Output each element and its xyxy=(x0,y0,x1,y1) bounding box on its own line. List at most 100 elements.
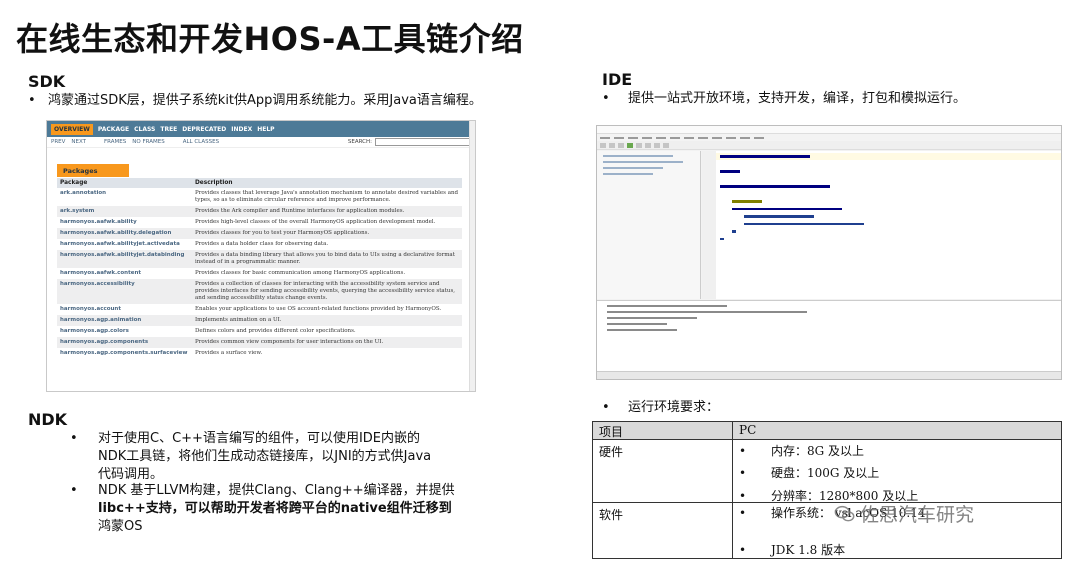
table-row: harmonyos.aafwk.abilityjet.activedata Pro… xyxy=(57,239,462,250)
ide-menubar xyxy=(597,134,1061,141)
ndk-bullet-1: • 对于使用C、C++语言编写的组件，可以使用IDE内嵌的 NDK工具链，将他们… xyxy=(70,430,490,484)
doc-next-link[interactable]: NEXT xyxy=(71,139,86,145)
ndk-bullet-2: • NDK 基于LLVM构建，提供Clang、Clang++编译器，并提供 li… xyxy=(70,482,490,536)
env-bullet-text: 运行环境要求： xyxy=(628,400,720,415)
ndk-heading: NDK xyxy=(28,410,68,429)
env-bullet: • 运行环境要求： xyxy=(602,399,719,417)
package-link[interactable]: harmonyos.aafwk.abilityjet.activedata xyxy=(57,239,192,250)
env-software-label: 软件 xyxy=(599,508,624,522)
doc-col-package: Package xyxy=(57,178,192,188)
ndk-bullet-2-text: NDK 基于LLVM构建，提供Clang、Clang++编译器，并提供 libc… xyxy=(98,482,455,536)
bullet-dot: • xyxy=(70,431,78,446)
package-description: Provides classes that leverage Java's an… xyxy=(195,190,459,203)
bullet-dot: • xyxy=(602,400,610,415)
bullet-dot: • xyxy=(70,483,78,498)
sdk-doc-screenshot: OVERVIEW PACKAGE CLASS TREE DEPRECATED I… xyxy=(46,120,476,392)
package-link[interactable]: ark.system xyxy=(57,206,192,217)
wechat-icon xyxy=(834,505,855,521)
ndk-bullet-1-text: 对于使用C、C++语言编写的组件，可以使用IDE内嵌的 NDK工具链，将他们生成… xyxy=(98,430,431,484)
doc-packages-tab: Packages xyxy=(57,164,129,177)
doc-nav-class[interactable]: CLASS xyxy=(134,126,155,133)
doc-navbar: OVERVIEW PACKAGE CLASS TREE DEPRECATED I… xyxy=(47,121,475,137)
doc-nav-tree[interactable]: TREE xyxy=(160,126,177,133)
doc-prev-link[interactable]: PREV xyxy=(51,139,65,145)
package-description: Provides a collection of classes for int… xyxy=(192,279,462,304)
ndk-bullet-2-line-2: libc++支持，可以帮助开发者将跨平台的native组件迁移到 xyxy=(98,501,452,516)
ide-titlebar xyxy=(597,126,1061,134)
doc-nav-overview[interactable]: OVERVIEW xyxy=(51,123,93,135)
ide-bullet: • 提供一站式开放环境，支持开发，编译，打包和模拟运行。 xyxy=(602,90,966,108)
watermark: 佐思汽车研究 xyxy=(834,500,974,527)
package-description: Defines colors and provides different co… xyxy=(195,328,356,334)
package-link[interactable]: harmonyos.aafwk.ability xyxy=(57,217,192,228)
ide-toolbar xyxy=(597,141,1061,150)
env-sw-item-jdk: • JDK 1.8 版本 xyxy=(739,543,846,557)
table-row: harmonyos.aafwk.ability.delegation Provid… xyxy=(57,228,462,239)
table-row: harmonyos.account Enables your applicatio… xyxy=(57,304,462,315)
ndk-bullet-1-line-3: 代码调用。 xyxy=(98,467,164,482)
table-row: harmonyos.agp.components Provides common … xyxy=(57,337,462,348)
env-hardware-label: 硬件 xyxy=(599,445,624,459)
package-link[interactable]: harmonyos.accessibility xyxy=(57,279,192,304)
ide-bullet-text: 提供一站式开放环境，支持开发，编译，打包和模拟运行。 xyxy=(628,91,967,106)
bullet-dot: • xyxy=(28,93,36,108)
doc-nav-help[interactable]: HELP xyxy=(257,126,274,133)
ndk-bullet-2-line-3: 鸿蒙OS xyxy=(98,519,143,534)
doc-nav-package[interactable]: PACKAGE xyxy=(98,126,129,133)
package-description: Provides classes for you to test your Ha… xyxy=(192,228,462,239)
doc-nav-deprecated[interactable]: DEPRECATED xyxy=(182,126,226,133)
env-table: 项目 PC 硬件 • 内存：8G 及以上 • 硬盘：100G 及以上 • 分辨率：12… xyxy=(592,421,1062,559)
table-row: harmonyos.aafwk.ability Provides high-lev… xyxy=(57,217,462,228)
table-row: harmonyos.accessibility Provides a collec… xyxy=(57,279,462,304)
package-description: Provides a surface view. xyxy=(195,350,263,356)
doc-packages-table: Package Description ark.annotation Provid… xyxy=(57,178,462,359)
doc-col-description: Description xyxy=(192,178,462,188)
package-link[interactable]: harmonyos.agp.components xyxy=(57,337,192,348)
table-row: harmonyos.agp.animation Implements animat… xyxy=(57,315,462,326)
package-description: Enables your applications to use OS acco… xyxy=(195,306,442,312)
ide-heading: IDE xyxy=(602,70,633,89)
doc-noframes-link[interactable]: NO FRAMES xyxy=(132,139,164,145)
env-col-pc: PC xyxy=(739,423,757,437)
sdk-bullet: • 鸿蒙通过SDK层，提供子系统kit供App调用系统能力。采用Java语言编程… xyxy=(28,92,482,110)
doc-subnav: PREV NEXT FRAMES NO FRAMES ALL CLASSES S… xyxy=(47,137,475,148)
ndk-bullet-2-line-1: NDK 基于LLVM构建，提供Clang、Clang++编译器，并提供 xyxy=(98,483,455,498)
env-table-header xyxy=(593,422,1061,440)
table-row: harmonyos.agp.components.surfaceview Prov… xyxy=(57,348,462,359)
package-description: Provides high-level classes of the overa… xyxy=(195,219,436,225)
package-description: Provides common view components for user… xyxy=(192,337,462,348)
doc-frames-link[interactable]: FRAMES xyxy=(104,139,126,145)
bullet-dot: • xyxy=(602,91,610,106)
table-row: harmonyos.aafwk.abilityjet.databinding Pr… xyxy=(57,250,462,268)
ide-project-panel xyxy=(597,151,701,299)
ide-statusbar xyxy=(597,371,1061,379)
package-link[interactable]: harmonyos.agp.animation xyxy=(57,315,192,326)
ide-run-panel xyxy=(597,300,1061,373)
page-title: 在线生态和开发HOS-A工具链介绍 xyxy=(16,20,524,58)
package-link[interactable]: harmonyos.aafwk.ability.delegation xyxy=(57,228,192,239)
sdk-heading: SDK xyxy=(28,72,66,91)
package-link[interactable]: harmonyos.agp.components.surfaceview xyxy=(57,348,192,359)
watermark-text: 佐思汽车研究 xyxy=(860,504,975,526)
ide-screenshot xyxy=(596,125,1062,380)
package-description: Implements animation on a UI. xyxy=(192,315,462,326)
doc-nav-index[interactable]: INDEX xyxy=(231,126,252,133)
package-link[interactable]: harmonyos.aafwk.content xyxy=(57,268,192,279)
env-hw-item-memory: • 内存：8G 及以上 xyxy=(739,444,865,458)
ide-code-editor xyxy=(702,151,1061,299)
package-link[interactable]: harmonyos.aafwk.abilityjet.databinding xyxy=(57,250,192,268)
package-link[interactable]: harmonyos.agp.colors xyxy=(57,326,192,337)
env-hw-item-disk: • 硬盘：100G 及以上 xyxy=(739,466,880,480)
doc-search-input[interactable] xyxy=(375,138,471,146)
sdk-bullet-text: 鸿蒙通过SDK层，提供子系统kit供App调用系统能力。采用Java语言编程。 xyxy=(48,93,482,108)
package-description: Provides the Ark compiler and Runtime in… xyxy=(192,206,462,217)
package-link[interactable]: harmonyos.account xyxy=(57,304,192,315)
table-row: ark.annotation Provides classes that leve… xyxy=(57,188,462,206)
package-description: Provides classes for basic communication… xyxy=(195,270,406,276)
package-link[interactable]: ark.annotation xyxy=(57,188,192,206)
doc-allclasses-link[interactable]: ALL CLASSES xyxy=(183,139,219,145)
doc-scrollbar[interactable] xyxy=(469,121,475,391)
env-col-item: 项目 xyxy=(599,425,624,439)
table-row: harmonyos.agp.colors Defines colors and p… xyxy=(57,326,462,337)
ndk-bullet-1-line-1: 对于使用C、C++语言编写的组件，可以使用IDE内嵌的 xyxy=(98,431,420,446)
